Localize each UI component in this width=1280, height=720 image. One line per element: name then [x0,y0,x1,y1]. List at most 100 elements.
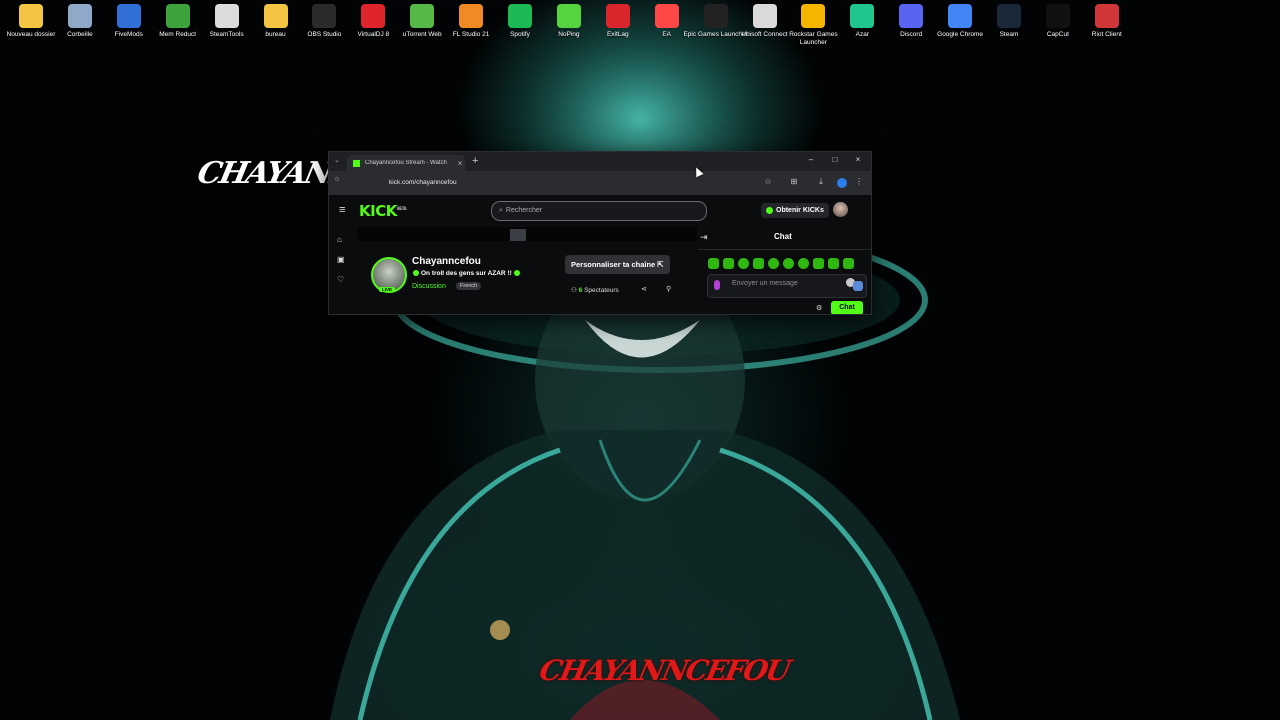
discord-icon [899,4,924,28]
noping-icon [556,4,581,28]
epic-games-icon [703,4,728,28]
following-heart-icon[interactable]: ♡ [337,275,344,284]
utorrent-icon [410,4,435,28]
desktop-wallpaper [0,0,1280,720]
folder-icon [263,4,288,28]
tab-bar: ⌄ Chayanncefou Stream - Watch × + – □ × [329,152,871,171]
share-icon[interactable]: ⋖ [641,285,647,293]
channel-name[interactable]: Chayanncefou [412,256,481,267]
viewer-count-label: Spectateurs [584,287,619,294]
customize-channel-button[interactable]: Personnaliser ta chaîne ⇱ [565,255,670,274]
steam-icon [997,4,1021,28]
site-info-icon[interactable]: ⊙ [331,176,343,183]
kick-logo[interactable]: KICKBETA [359,202,407,220]
badge-icon[interactable] [828,258,839,269]
desktop-icons: Nouveau dossier Corbeille FiveMods Mem Redu… [0,4,1180,52]
riot-icon [1094,4,1119,28]
capcut-icon [1045,4,1070,28]
address-bar: ⊙ kick.com/chayanncefou ☆ ⊞ ⤓ ⋮ [329,171,871,195]
exitlag-icon [605,4,630,28]
badge-icon[interactable] [738,258,749,269]
language-tag[interactable]: French [456,282,482,290]
obs-icon [312,4,337,28]
stream-title-text: On troll des gens sur AZAR !! [421,270,512,277]
chat-settings-gear-icon[interactable]: ⚙ [816,304,822,312]
browser-menu-icon[interactable]: ⋮ [853,177,865,186]
desktop-shortcut[interactable]: Riot Client [1072,4,1142,39]
player-thumbnail [510,229,526,241]
bookmark-star-icon[interactable]: ☆ [762,177,774,186]
ea-icon [654,4,679,28]
azar-icon [850,4,875,28]
viewer-count: ⚇ 6 Spectateurs [571,287,619,294]
channel-overlay-text-bottom: CHAYANNCEFOU [536,654,793,687]
chat-message-input[interactable]: Envoyer un message [707,274,867,298]
video-player[interactable] [357,227,697,241]
follow-user-icon[interactable]: ⚲ [666,285,671,293]
mem-reduct-icon [165,4,190,28]
badge-icon[interactable] [708,258,719,269]
steamtools-icon [214,4,239,28]
recycle-bin-icon [67,4,92,28]
ubisoft-icon [752,4,777,28]
url-field[interactable]: kick.com/chayanncefou [389,176,774,190]
shield-icon[interactable] [853,281,863,291]
live-badge: LIVE [379,287,396,292]
close-window-button[interactable]: × [850,155,866,164]
new-tab-button[interactable]: + [472,155,478,167]
customize-channel-label: Personnaliser ta chaîne [571,260,656,269]
tab-search-icon[interactable]: ⌄ [334,156,340,164]
fl-studio-icon [459,4,484,28]
kick-header: ≡ KICKBETA ⌕ Rechercher Obtenir KICKs [329,195,871,227]
get-kicks-label: Obtenir KICKs [776,207,824,214]
badge-icon[interactable] [843,258,854,269]
badge-icon[interactable] [753,258,764,269]
rockstar-icon [801,4,826,28]
download-icon[interactable]: ⤓ [815,177,827,187]
category-link[interactable]: Discussion [412,283,446,290]
home-icon[interactable]: ⌂ [337,235,342,244]
kick-page: ≡ KICKBETA ⌕ Rechercher Obtenir KICKs ⌂ ▣… [329,195,871,314]
chat-divider [698,249,871,250]
tab-title: Chayanncefou Stream - Watch [365,160,447,166]
badge-icon[interactable] [813,258,824,269]
hamburger-menu-icon[interactable]: ≡ [339,204,345,216]
kick-sidebar: ⌂ ▣ ♡ [329,227,355,314]
maximize-button[interactable]: □ [827,155,843,164]
tab-close-icon[interactable]: × [455,159,465,168]
search-icon: ⌕ [499,207,503,214]
azar-icon [413,270,419,277]
stream-title: On troll des gens sur AZAR !! [413,270,522,277]
search-input[interactable]: ⌕ Rechercher [491,201,707,221]
chat-title: Chat [774,232,792,241]
badge-icon[interactable] [723,258,734,269]
collapse-chat-icon[interactable]: ⇥ [700,232,708,243]
browser-window: ⌄ Chayanncefou Stream - Watch × + – □ × … [328,151,872,315]
kicks-coin-icon [766,207,773,214]
minimize-button[interactable]: – [803,155,819,164]
microphone-icon[interactable] [714,280,720,290]
badge-icon[interactable] [783,258,794,269]
get-kicks-button[interactable]: Obtenir KICKs [761,203,829,218]
browse-icon[interactable]: ▣ [337,255,345,264]
kick-logo-beta: BETA [396,206,407,211]
profile-avatar[interactable] [837,178,847,188]
extensions-icon[interactable]: ⊞ [788,177,800,186]
virtualdj-icon [361,4,386,28]
chat-placeholder: Envoyer un message [732,280,798,287]
folder-icon [19,4,43,28]
badge-icon[interactable] [768,258,779,269]
badge-icon[interactable] [798,258,809,269]
chat-badges [708,258,854,269]
fivemods-icon [116,4,141,28]
search-placeholder: Rechercher [505,207,543,214]
desktop-shortcut-label: Riot Client [1091,31,1122,38]
send-chat-button[interactable]: Chat [831,301,863,314]
spotify-icon [508,4,532,28]
chrome-icon [948,4,973,28]
viewer-count-number: 6 [578,287,583,294]
user-avatar[interactable] [833,202,848,217]
browser-tab[interactable]: Chayanncefou Stream - Watch × [347,155,465,171]
azar-icon [513,270,520,277]
kick-favicon-icon [353,159,360,167]
